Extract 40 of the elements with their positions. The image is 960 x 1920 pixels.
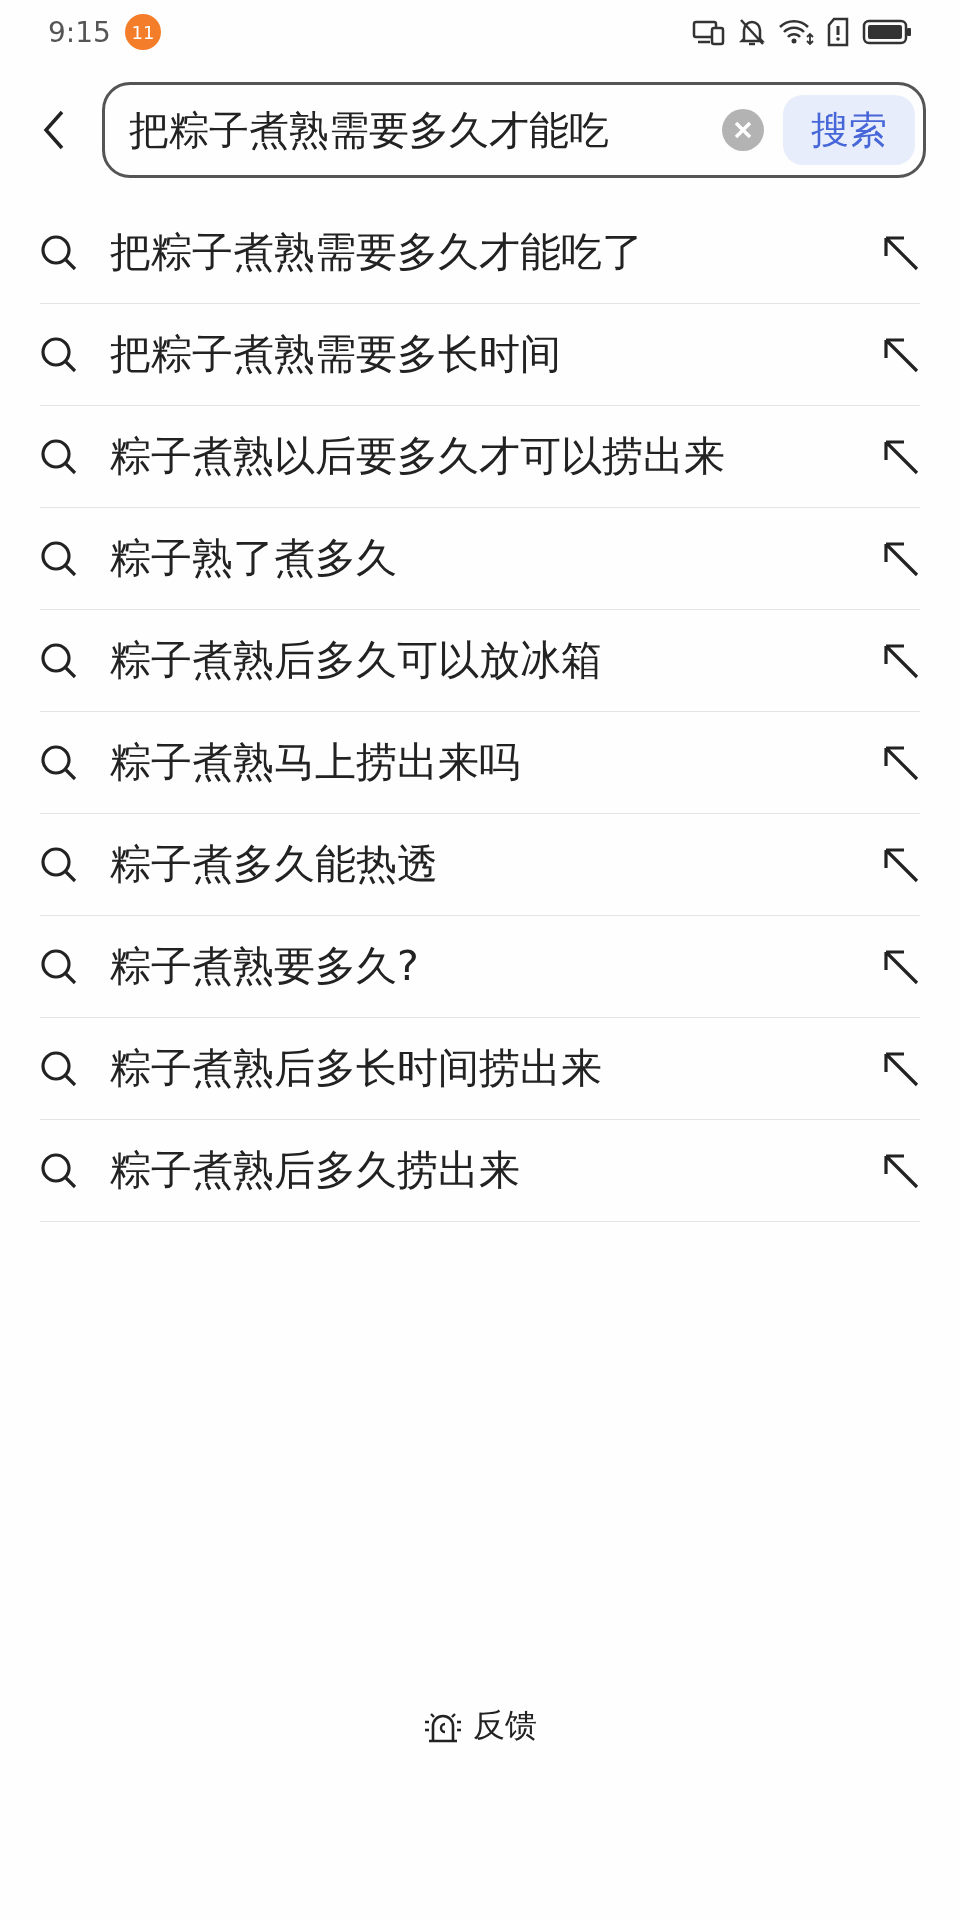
- fill-arrow-icon[interactable]: [882, 641, 920, 680]
- search-icon: [40, 233, 78, 272]
- search-icon: [40, 743, 78, 782]
- search-icon: [40, 947, 78, 986]
- search-icon: [40, 845, 78, 884]
- search-icon: [40, 1049, 78, 1088]
- suggestion-item[interactable]: 粽子煮多久能热透: [110, 837, 850, 892]
- suggestion-item[interactable]: 粽子煮熟后多久可以放冰箱: [110, 633, 850, 688]
- suggestion-item[interactable]: 粽子煮熟马上捞出来吗: [110, 735, 850, 790]
- fill-arrow-icon[interactable]: [882, 743, 920, 782]
- suggestion-item[interactable]: 把粽子煮熟需要多长时间: [110, 327, 850, 382]
- suggestion-item[interactable]: 粽子煮熟要多久?: [110, 939, 850, 994]
- fill-arrow-icon[interactable]: [882, 845, 920, 884]
- fill-arrow-icon[interactable]: [882, 539, 920, 578]
- search-icon: [40, 539, 78, 578]
- search-icon: [40, 1151, 78, 1190]
- fill-arrow-icon[interactable]: [882, 1049, 920, 1088]
- suggestion-item[interactable]: 粽子熟了煮多久: [110, 531, 850, 586]
- suggestion-item[interactable]: 粽子煮熟后多久捞出来: [110, 1143, 850, 1198]
- fill-arrow-icon[interactable]: [882, 437, 920, 476]
- search-icon: [40, 641, 78, 680]
- devices-icon: [692, 18, 726, 46]
- notification-badge: 11: [124, 14, 161, 50]
- fill-arrow-icon[interactable]: [882, 233, 920, 272]
- search-icon: [40, 437, 78, 476]
- status-time: 9:15: [48, 15, 111, 49]
- fill-arrow-icon[interactable]: [882, 335, 920, 374]
- fill-arrow-icon[interactable]: [882, 947, 920, 986]
- sim-alert-icon: [826, 17, 850, 47]
- feedback-link[interactable]: 反馈: [473, 1704, 537, 1748]
- search-field[interactable]: 把粽子煮熟需要多久才能吃 搜索: [102, 82, 926, 178]
- suggestion-item[interactable]: 粽子煮熟后多长时间捞出来: [110, 1041, 850, 1096]
- suggestion-item[interactable]: 把粽子煮熟需要多久才能吃了: [110, 225, 850, 280]
- suggestion-item[interactable]: 粽子煮熟以后要多久才可以捞出来: [110, 429, 850, 484]
- wifi-icon: [778, 18, 814, 46]
- muted-bell-icon: [738, 17, 766, 47]
- fill-arrow-icon[interactable]: [882, 1151, 920, 1190]
- search-icon: [40, 335, 78, 374]
- battery-icon: [862, 18, 912, 46]
- search-button[interactable]: 搜索: [783, 95, 915, 165]
